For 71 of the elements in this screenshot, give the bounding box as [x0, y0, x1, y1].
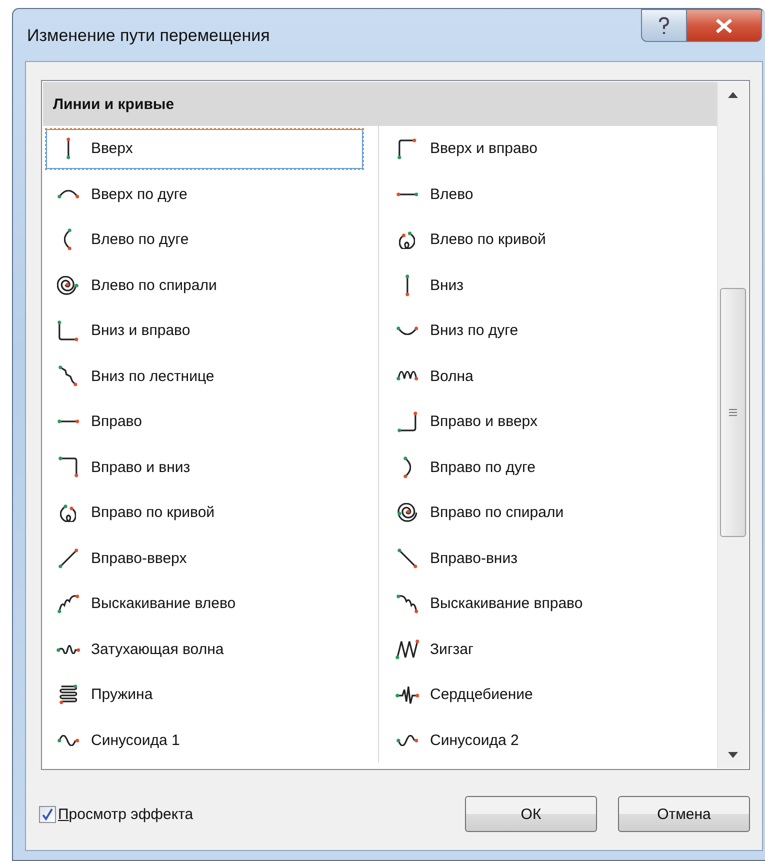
corner-line-icon [58, 456, 78, 478]
wave-icon [56, 644, 80, 654]
loop-curve-icon [60, 504, 76, 522]
scroll-down-icon[interactable] [728, 752, 738, 758]
close-button[interactable] [687, 9, 762, 42]
motion-path-item[interactable]: Волна [384, 356, 703, 397]
motion-path-item[interactable]: Вправо и вниз [45, 446, 364, 488]
bounce-curve-icon [56, 594, 80, 614]
motion-path-item[interactable]: Вверх по дуге [45, 174, 364, 215]
motion-path-item[interactable]: Вправо по дуге [384, 446, 703, 488]
corner-line-icon [397, 138, 417, 160]
spiral-icon [57, 276, 79, 295]
motion-path-item[interactable]: Вниз по лестнице [45, 356, 364, 397]
scroll-thumb[interactable] [720, 288, 746, 537]
motion-path-item[interactable]: Влево по кривой [384, 219, 703, 260]
corner-line-icon [396, 410, 418, 433]
preview-checkbox[interactable]: Просмотр эффекта [39, 806, 465, 822]
line-icon [66, 137, 70, 160]
help-button[interactable] [641, 9, 687, 42]
motion-path-item[interactable]: Влево [384, 174, 703, 215]
line-icon [56, 419, 80, 424]
motion-path-item[interactable]: Вниз и вправо [45, 310, 364, 352]
motion-path-item[interactable]: Синусоида 2 [384, 720, 703, 761]
loop-curve-icon [398, 230, 416, 249]
arc-icon [396, 326, 418, 336]
motion-path-item[interactable]: Вправо и вверх [384, 401, 703, 442]
group-heading: Линии и кривые [43, 82, 717, 126]
wave-icon [396, 371, 418, 382]
stairs-icon [58, 365, 78, 388]
motion-path-item[interactable]: Вправо по кривой [45, 492, 364, 534]
scroll-up-icon[interactable] [728, 92, 738, 98]
motion-path-item[interactable]: Влево по дуге [45, 219, 364, 260]
close-icon [715, 18, 733, 34]
sine-wave-icon [56, 734, 80, 746]
motion-path-item[interactable]: Вверх [45, 128, 364, 170]
sine-wave-icon [396, 734, 418, 746]
line-icon [58, 548, 78, 569]
arc-icon [64, 228, 72, 252]
motion-path-item[interactable]: Синусоида 1 [45, 720, 364, 761]
ok-button[interactable]: ОК [465, 796, 597, 832]
line-icon [396, 548, 418, 569]
motion-path-item[interactable]: Зигзаг [384, 628, 703, 670]
check-icon [41, 808, 54, 820]
motion-path-item[interactable]: Выскакивание влево [45, 583, 364, 624]
corner-line-icon [57, 320, 79, 342]
arc-icon [56, 190, 80, 199]
motion-path-item[interactable]: Затухающая волна [45, 628, 364, 670]
zigzag-icon [394, 638, 420, 660]
spring-icon [58, 684, 78, 706]
help-icon [657, 16, 671, 34]
window-title: Изменение пути перемещения [27, 26, 271, 46]
motion-path-item[interactable]: Выскакивание вправо [384, 583, 703, 624]
heartbeat-icon [394, 686, 420, 704]
line-icon [396, 192, 418, 197]
motion-path-item[interactable]: Вправо-вверх [45, 538, 364, 579]
motion-path-item[interactable]: Вниз [384, 264, 703, 306]
motion-path-item[interactable]: Вниз по дуге [384, 310, 703, 352]
arc-icon [403, 456, 411, 479]
motion-path-item[interactable]: Вверх и вправо [384, 128, 703, 170]
spiral-icon [397, 503, 417, 522]
grip-icon [729, 409, 737, 416]
line-icon [404, 274, 410, 297]
scrollbar[interactable] [717, 82, 748, 768]
cancel-button[interactable]: Отмена [618, 796, 750, 832]
motion-path-item[interactable]: Вправо по спирали [384, 492, 703, 534]
bounce-curve-icon [396, 594, 418, 614]
motion-path-item[interactable]: Вправо-вниз [384, 538, 703, 579]
motion-path-item[interactable]: Влево по спирали [45, 264, 364, 306]
motion-path-item[interactable]: Вправо [45, 401, 364, 442]
motion-path-item[interactable]: Сердцебиение [384, 674, 703, 716]
motion-path-item[interactable]: Пружина [45, 674, 364, 716]
